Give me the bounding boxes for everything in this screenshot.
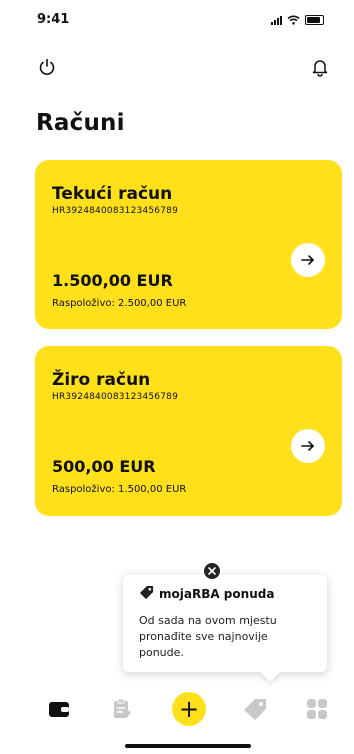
bottom-nav: +	[0, 690, 354, 730]
tag-icon	[244, 699, 266, 720]
account-card[interactable]: Tekući račun HR3924840083123456789 1.500…	[35, 160, 342, 329]
tooltip-title: mojaRBA ponuda	[159, 587, 275, 601]
offers-tooltip: mojaRBA ponuda Od sada na ovom mjestu pr…	[123, 575, 327, 672]
nav-more[interactable]	[302, 694, 332, 724]
bell-icon	[312, 60, 328, 77]
battery-icon	[305, 15, 324, 25]
grid-icon	[307, 699, 327, 719]
account-balance: 500,00 EUR	[52, 457, 156, 476]
tooltip-text: Od sada na ovom mjestu pronađite sve naj…	[139, 614, 277, 659]
nav-payments[interactable]	[107, 694, 137, 724]
account-iban: HR3924840083123456789	[52, 206, 179, 216]
home-indicator	[125, 744, 251, 748]
account-open-button[interactable]	[291, 429, 325, 463]
tooltip-close-button[interactable]	[204, 563, 220, 579]
account-balance: 1.500,00 EUR	[52, 271, 173, 290]
status-bar: 9:41	[0, 0, 354, 40]
plus-icon: +	[178, 695, 200, 723]
nav-offers[interactable]	[240, 694, 270, 724]
status-time: 9:41	[37, 12, 70, 27]
page-title: Računi	[36, 110, 125, 136]
account-open-button[interactable]	[291, 243, 325, 277]
tag-icon	[139, 585, 154, 604]
arrow-right-icon	[301, 255, 314, 265]
wifi-icon	[287, 15, 300, 25]
account-name: Žiro račun	[52, 370, 151, 390]
add-button[interactable]: +	[172, 692, 206, 726]
arrow-right-icon	[301, 441, 314, 451]
notifications-button[interactable]	[309, 56, 331, 78]
signal-icon	[271, 15, 282, 25]
close-icon	[208, 567, 216, 575]
account-card[interactable]: Žiro račun HR3924840083123456789 500,00 …	[35, 346, 342, 516]
account-name: Tekući račun	[52, 184, 173, 204]
wallet-icon	[49, 702, 69, 717]
account-available: Raspoloživo: 1.500,00 EUR	[52, 484, 187, 495]
account-available: Raspoloživo: 2.500,00 EUR	[52, 298, 187, 309]
nav-accounts[interactable]	[44, 694, 74, 724]
status-icons	[271, 15, 324, 25]
power-icon	[39, 58, 55, 75]
power-button[interactable]	[36, 56, 58, 78]
account-iban: HR3924840083123456789	[52, 392, 179, 402]
clipboard-icon	[114, 698, 131, 718]
